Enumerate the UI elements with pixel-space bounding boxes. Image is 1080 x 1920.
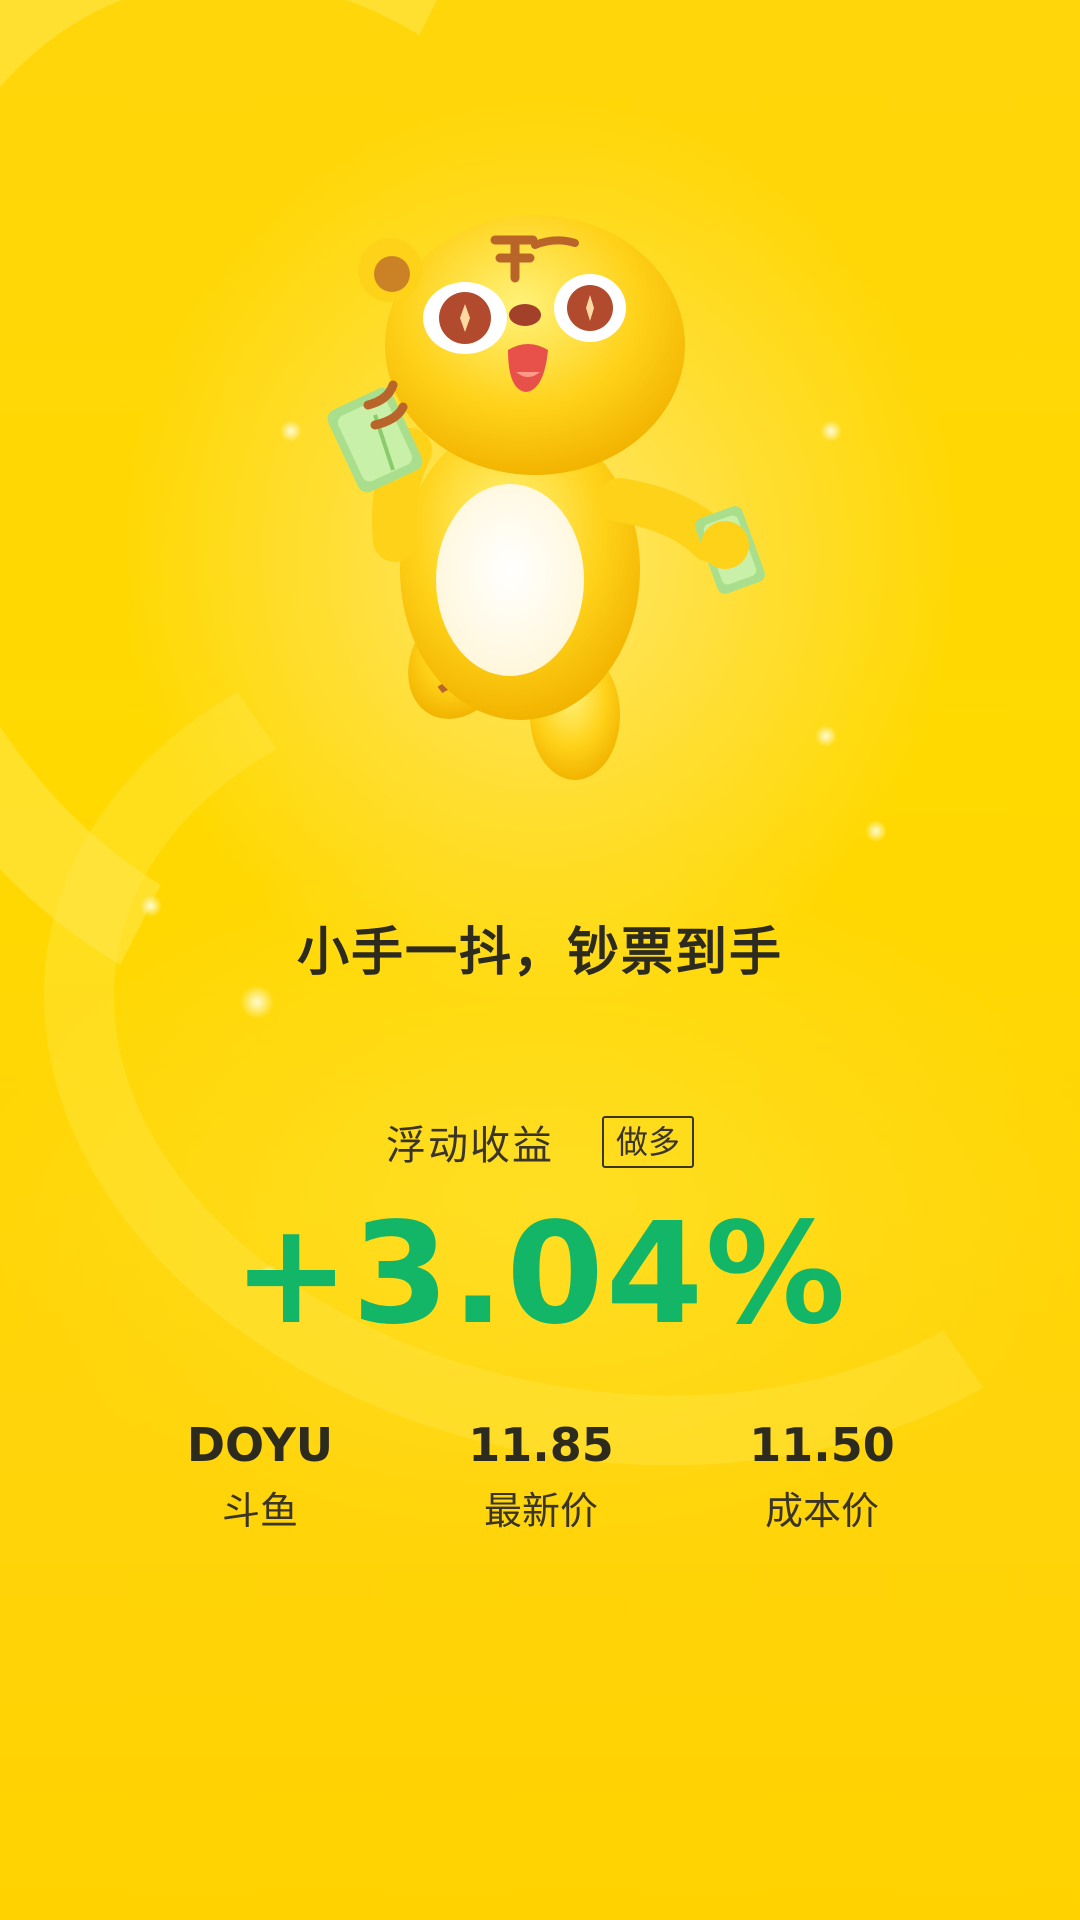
sparkle-decoration	[280, 420, 302, 442]
slogan-text: 小手一抖，钞票到手	[296, 923, 783, 983]
share-poster: 小手一抖，钞票到手 浮动收益 做多 +3.04% DOYU 斗鱼 11.85 最…	[0, 0, 1080, 1920]
floating-pnl-percent: +3.04%	[232, 1193, 848, 1356]
floating-pnl-label: 浮动收益	[385, 1123, 554, 1169]
tiger-mascot-icon	[320, 200, 790, 800]
stock-ticker: DOYU	[186, 1418, 334, 1472]
floating-pnl-header: 浮动收益 做多	[0, 1113, 1080, 1171]
long-direction-badge: 做多	[601, 1116, 694, 1168]
sparkle-decoration	[820, 420, 842, 442]
stat-cost-price: 11.50 成本价	[702, 1415, 942, 1535]
sparkle-decoration	[240, 985, 274, 1019]
stock-name: 斗鱼	[221, 1489, 298, 1533]
stock-stats: DOYU 斗鱼 11.85 最新价 11.50 成本价	[0, 1415, 1080, 1555]
sparkle-decoration	[815, 725, 837, 747]
stat-symbol: DOYU 斗鱼	[140, 1415, 380, 1535]
sparkle-decoration	[865, 820, 887, 842]
cost-price-value: 11.50	[749, 1418, 895, 1472]
stat-latest-price: 11.85 最新价	[421, 1415, 661, 1535]
latest-price-label: 最新价	[483, 1489, 598, 1533]
cost-price-label: 成本价	[764, 1489, 879, 1533]
latest-price-value: 11.85	[468, 1418, 614, 1472]
